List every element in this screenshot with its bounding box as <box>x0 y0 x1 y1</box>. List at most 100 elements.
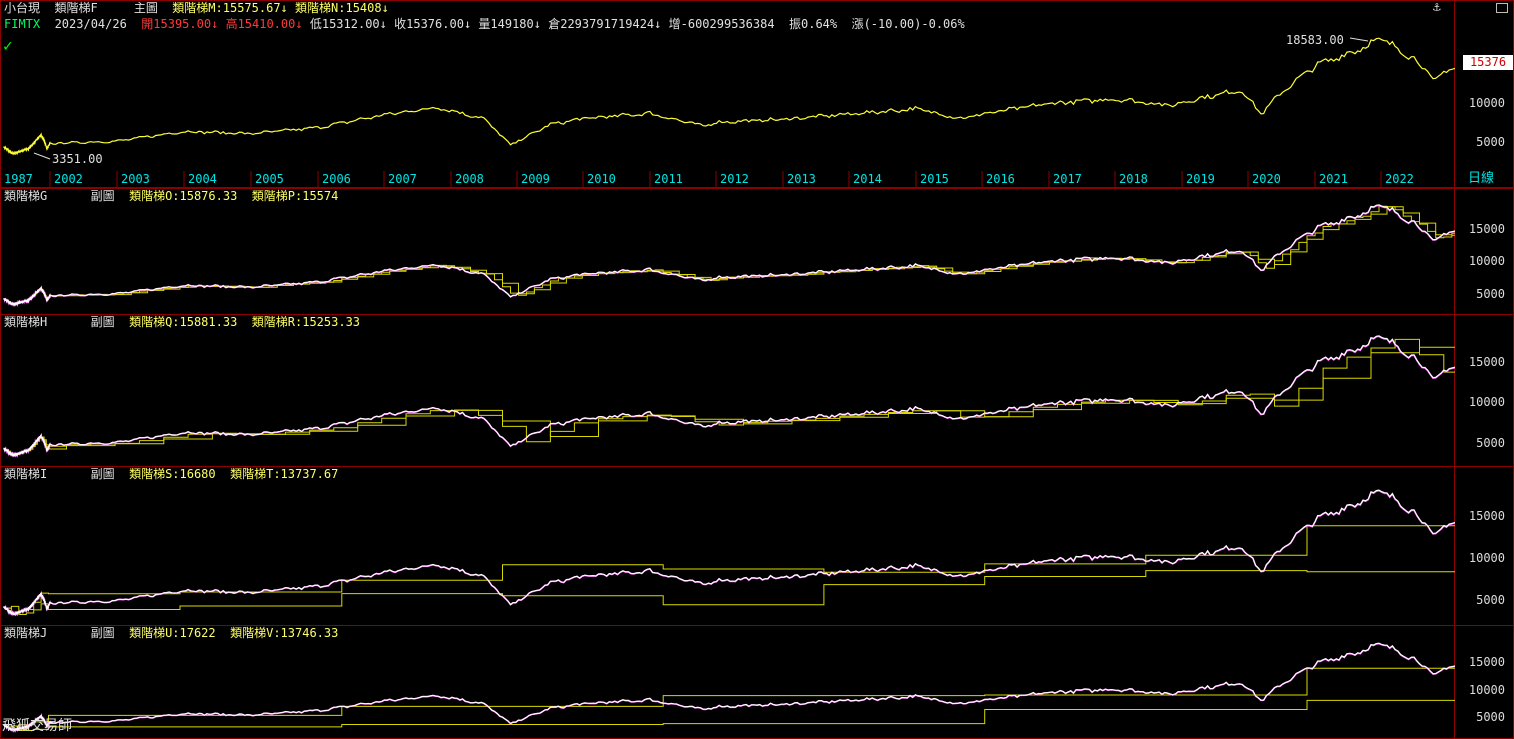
candle-body-line <box>3 489 1455 616</box>
indicator-m: 類階梯M:15575.67 <box>172 1 281 15</box>
year-label: 2006 <box>322 172 351 186</box>
checkmark-icon: ✓ <box>3 36 13 55</box>
sub-chart-j-axis: 15000 10000 5000 <box>1455 625 1514 739</box>
ladder-line-2 <box>4 338 1455 456</box>
last-price-tag: 15376 <box>1463 55 1513 70</box>
y-label-5000: 5000 <box>1476 593 1505 607</box>
min-price-label: 3351.00 <box>52 152 103 166</box>
year-label: 2004 <box>188 172 217 186</box>
indicator-q: 類階梯Q:15881.33 <box>129 315 238 329</box>
indicator-name: 類階梯F <box>54 1 98 15</box>
year-label: 2020 <box>1252 172 1281 186</box>
anchor-icon[interactable]: ⚓ <box>1433 0 1441 15</box>
ladder-line-1 <box>4 206 1455 305</box>
year-label: 2012 <box>720 172 749 186</box>
sub-chart-h-header: 類階梯H 副圖 類階梯Q:15881.33 類階梯R:15253.33 <box>4 315 360 329</box>
indicator-s: 類階梯S:16680 <box>129 467 216 481</box>
open-price: 開15395.00 <box>141 17 212 31</box>
main-header-line1: 小台現 類階梯F 主圖 類階梯M:15575.67↓ 類階梯N:15408↓ <box>4 1 389 15</box>
year-label: 2017 <box>1053 172 1082 186</box>
year-label: 2011 <box>654 172 683 186</box>
sub-chart-label: 副圖 <box>90 315 115 329</box>
indicator-p: 類階梯P:15574 <box>251 189 339 203</box>
main-price-axis: 10000 5000 15376 <box>1455 0 1514 188</box>
year-label: 2019 <box>1186 172 1215 186</box>
symbol-name: 小台現 <box>4 1 41 15</box>
candle-shadow-line <box>3 204 1455 308</box>
max-price-label: 18583.00 <box>1286 33 1344 47</box>
indicator-r: 類階梯R:15253.33 <box>251 315 361 329</box>
sub-chart-g-header: 類階梯G 副圖 類階梯O:15876.33 類階梯P:15574 <box>4 189 338 203</box>
year-label: 2015 <box>920 172 949 186</box>
close-price: 收15376.00 <box>394 17 464 31</box>
candle-shadow-line <box>3 642 1455 734</box>
y-label-15000: 15000 <box>1468 355 1505 369</box>
y-label-5000: 5000 <box>1476 710 1505 724</box>
volume: 量149180 <box>478 17 534 31</box>
sub-chart-label: 副圖 <box>90 626 115 640</box>
amplitude: 振0.64% <box>789 17 838 31</box>
y-label-15000: 15000 <box>1468 509 1505 523</box>
sub-chart-g-axis: 15000 10000 5000 <box>1455 188 1514 315</box>
down-arrow-icon: ↓ <box>463 17 472 31</box>
y-label-10000: 10000 <box>1468 96 1505 110</box>
low-price: 低15312.00 <box>309 17 380 31</box>
price-change: 漲(-10.00)-0.06% <box>851 17 965 31</box>
sub-chart-h[interactable]: 15000 10000 5000 類階梯H 副圖 類階梯Q:15881.33 類… <box>0 314 1514 467</box>
year-label: 2003 <box>121 172 150 186</box>
candle-shadow-line <box>3 335 1455 458</box>
main-chart-panel[interactable]: 10000 5000 15376 小台現 類階梯F 主圖 類階梯M:15575.… <box>0 0 1514 188</box>
y-label-15000: 15000 <box>1468 222 1505 236</box>
year-label: 2022 <box>1385 172 1414 186</box>
y-label-5000: 5000 <box>1476 436 1505 450</box>
down-arrow-icon: ↓ <box>280 1 288 15</box>
sub-chart-h-axis: 15000 10000 5000 <box>1455 314 1514 467</box>
sub-chart-label: 副圖 <box>90 189 115 203</box>
candle-body-line <box>3 642 1455 733</box>
down-arrow-icon: ↓ <box>654 17 662 31</box>
year-label: 2021 <box>1319 172 1348 186</box>
sub-chart-i[interactable]: 15000 10000 5000 類階梯I 副圖 類階梯S:16680 類階梯T… <box>0 466 1514 626</box>
sub-indicator-name: 類階梯J <box>4 626 48 640</box>
indicator-t: 類階梯T:13737.67 <box>230 467 339 481</box>
y-label-10000: 10000 <box>1468 683 1505 697</box>
down-arrow-icon: ↓ <box>533 17 541 31</box>
sub-chart-label: 副圖 <box>90 467 115 481</box>
year-label: 2016 <box>986 172 1015 186</box>
year-label: 2013 <box>787 172 816 186</box>
year-label: 2014 <box>853 172 882 186</box>
ladder-line-1 <box>4 525 1455 612</box>
down-arrow-icon: ↓ <box>379 17 387 31</box>
year-label: 2018 <box>1119 172 1148 186</box>
indicator-o: 類階梯O:15876.33 <box>129 189 238 203</box>
open-interest: 倉2293791719424 <box>548 17 655 31</box>
sub-chart-g[interactable]: 15000 10000 5000 類階梯G 副圖 類階梯O:15876.33 類… <box>0 188 1514 315</box>
y-label-10000: 10000 <box>1468 551 1505 565</box>
corner-box[interactable] <box>1496 3 1508 13</box>
sub-chart-i-header: 類階梯I 副圖 類階梯S:16680 類階梯T:13737.67 <box>4 467 338 481</box>
year-label: 2008 <box>455 172 484 186</box>
y-label-5000: 5000 <box>1476 135 1505 149</box>
ladder-line-2 <box>4 570 1455 615</box>
y-label-10000: 10000 <box>1468 395 1505 409</box>
year-label: 2005 <box>255 172 284 186</box>
candle-shadow-line <box>3 489 1455 617</box>
max-price-pointer <box>1349 37 1369 42</box>
y-label-10000: 10000 <box>1468 254 1505 268</box>
bar-date: 2023/04/26 <box>54 17 127 31</box>
price-series-line <box>3 37 1455 156</box>
sub-chart-j[interactable]: 15000 10000 5000 類階梯J 副圖 類階梯U:17622 類階梯V… <box>0 625 1514 739</box>
sub-chart-h-plot <box>3 335 1455 458</box>
sub-chart-i-plot <box>3 489 1455 617</box>
indicator-n: 類階梯N:15408 <box>295 1 382 15</box>
app-watermark: 飛狐交易師 <box>2 718 72 734</box>
down-arrow-icon: ↓ <box>381 1 389 15</box>
min-price-pointer <box>33 152 51 160</box>
sub-chart-g-plot <box>3 204 1455 308</box>
period-label[interactable]: 日線 <box>1468 172 1494 186</box>
oi-change: 增-600299536384 <box>668 17 775 31</box>
sub-indicator-name: 類階梯H <box>4 315 48 329</box>
candle-body-line <box>3 335 1455 458</box>
year-label: 2007 <box>388 172 417 186</box>
sub-indicator-name: 類階梯I <box>4 467 48 481</box>
